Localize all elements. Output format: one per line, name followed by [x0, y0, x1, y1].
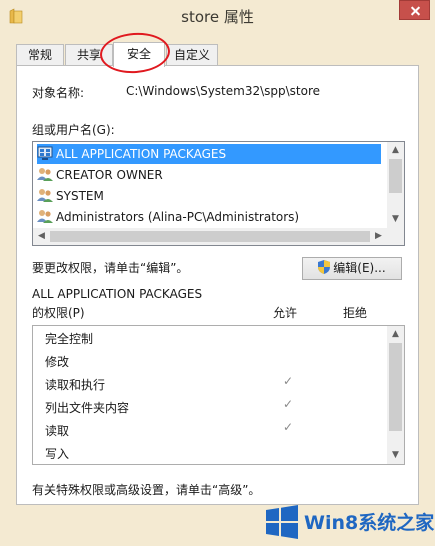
- tab-general[interactable]: 常规: [16, 44, 64, 65]
- tab-customize[interactable]: 自定义: [166, 44, 218, 65]
- watermark-text: Win8系统之家: [304, 512, 435, 534]
- allow-check-icon: ✓: [283, 420, 294, 434]
- scroll-thumb[interactable]: [389, 159, 402, 193]
- users-icon: [37, 210, 53, 223]
- windows-logo-icon: [266, 505, 298, 539]
- permissions-vertical-scrollbar[interactable]: ▲ ▼: [387, 326, 404, 464]
- list-item[interactable]: Administrators (Alina-PC\Administrators): [37, 207, 299, 227]
- permissions-title: ALL APPLICATION PACKAGES: [32, 287, 203, 301]
- permission-row: 完全控制: [45, 328, 93, 350]
- scroll-corner: [387, 228, 404, 245]
- deny-header: 拒绝: [343, 306, 368, 320]
- group-name: ALL APPLICATION PACKAGES: [56, 147, 227, 161]
- scroll-left-arrow-icon[interactable]: ◀: [33, 228, 50, 245]
- window-title: store 属性: [181, 8, 254, 26]
- close-button[interactable]: [399, 0, 430, 20]
- allow-header: 允许: [273, 306, 298, 320]
- security-panel: 对象名称: C:\Windows\System32\spp\store 组或用户…: [16, 65, 419, 505]
- scroll-thumb[interactable]: [389, 343, 402, 431]
- permission-name: 列出文件夹内容: [45, 401, 130, 415]
- group-name: CREATOR OWNER: [56, 168, 163, 182]
- groups-list[interactable]: ALL APPLICATION PACKAGES CREATOR OWNER S…: [32, 141, 405, 246]
- tab-sharing[interactable]: 共享: [65, 44, 113, 65]
- scroll-up-arrow-icon[interactable]: ▲: [387, 326, 404, 343]
- group-name: Administrators (Alina-PC\Administrators): [56, 210, 300, 224]
- groups-vertical-scrollbar[interactable]: ▲ ▼: [387, 142, 404, 228]
- scroll-up-arrow-icon[interactable]: ▲: [387, 142, 404, 159]
- groups-label: 组或用户名(G):: [32, 123, 115, 137]
- permission-row: 读取: [45, 420, 69, 442]
- group-name: SYSTEM: [56, 189, 104, 203]
- permission-row: 修改: [45, 351, 69, 373]
- change-permission-hint: 要更改权限，请单击“编辑”。: [32, 261, 189, 275]
- permission-row: 读取和执行: [45, 374, 105, 396]
- uac-shield-icon: [318, 260, 331, 274]
- permission-row: 写入: [45, 443, 70, 464]
- users-icon: [37, 168, 53, 181]
- list-item[interactable]: SYSTEM: [37, 186, 104, 206]
- permission-name: 修改: [45, 355, 70, 369]
- allow-check-icon: ✓: [283, 374, 294, 388]
- permission-row: 列出文件夹内容: [45, 397, 129, 419]
- edit-button[interactable]: 编辑(E)...: [302, 257, 402, 280]
- object-name-label: 对象名称:: [32, 86, 85, 100]
- watermark: Win8系统之家: [264, 502, 434, 542]
- edit-button-label: 编辑(E)...: [333, 261, 386, 275]
- permissions-subtitle: 的权限(P): [32, 306, 85, 320]
- permissions-list: 完全控制 修改 读取和执行 ✓ 列出文件夹内容 ✓ 读取 ✓ 写入 ▲ ▼: [32, 325, 405, 465]
- scroll-thumb[interactable]: [50, 231, 370, 242]
- scroll-right-arrow-icon[interactable]: ▶: [370, 228, 387, 245]
- title-bar: store 属性: [0, 0, 435, 32]
- groups-horizontal-scrollbar[interactable]: ◀ ▶: [33, 228, 387, 245]
- list-item[interactable]: ALL APPLICATION PACKAGES: [37, 144, 381, 164]
- object-name-value: C:\Windows\System32\spp\store: [126, 84, 321, 98]
- scroll-down-arrow-icon[interactable]: ▼: [387, 211, 404, 228]
- allow-check-icon: ✓: [283, 397, 294, 411]
- list-item[interactable]: CREATOR OWNER: [37, 165, 163, 185]
- permission-name: 读取和执行: [45, 378, 106, 392]
- scroll-down-arrow-icon[interactable]: ▼: [387, 447, 404, 464]
- advanced-settings-hint: 有关特殊权限或高级设置，请单击“高级”。: [32, 483, 261, 497]
- permission-name: 写入: [45, 447, 70, 461]
- permission-name: 完全控制: [45, 332, 94, 346]
- app-packages-icon: [37, 146, 53, 160]
- users-icon: [37, 189, 53, 202]
- permission-name: 读取: [45, 424, 70, 438]
- tab-security[interactable]: 安全: [113, 42, 165, 67]
